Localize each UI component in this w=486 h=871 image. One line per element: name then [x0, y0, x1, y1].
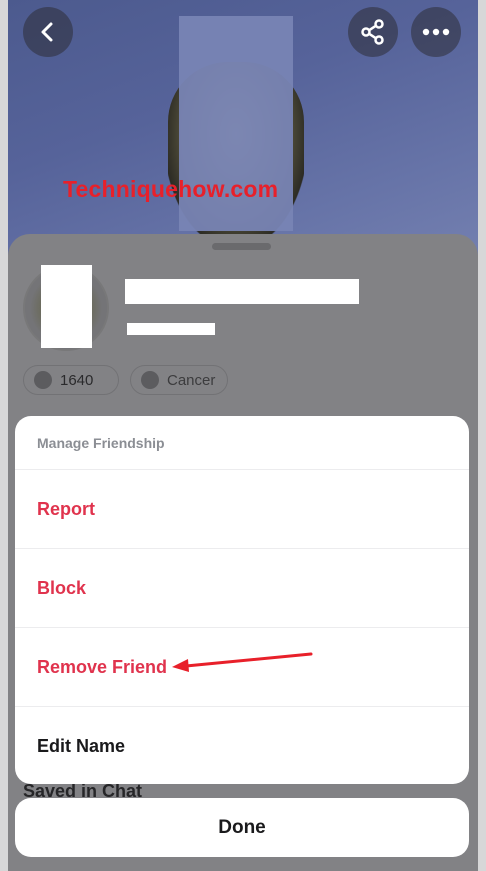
block-option[interactable]: Block	[15, 549, 469, 628]
report-option[interactable]: Report	[15, 470, 469, 549]
frame-edge	[0, 0, 8, 871]
snap-score: 1640	[60, 371, 94, 389]
manage-friendship-sheet: Manage Friendship Report Block Remove Fr…	[15, 416, 469, 784]
redaction-block	[125, 279, 359, 304]
zodiac-chip[interactable]: Cancer	[130, 365, 228, 395]
zodiac-label: Cancer	[167, 371, 216, 389]
annotation-arrow-icon	[172, 652, 313, 672]
more-options-button[interactable]	[411, 7, 461, 57]
cancer-zodiac-icon	[141, 371, 159, 389]
frame-edge	[478, 0, 486, 871]
ghost-icon	[34, 371, 52, 389]
redaction-block	[41, 265, 92, 348]
snap-score-chip[interactable]: 1640	[23, 365, 119, 395]
back-button[interactable]	[23, 7, 73, 57]
more-horizontal-icon	[422, 28, 450, 36]
chevron-left-icon	[41, 22, 53, 42]
done-button[interactable]: Done	[15, 798, 469, 857]
sheet-grabber[interactable]	[212, 243, 271, 250]
edit-name-option[interactable]: Edit Name	[15, 707, 469, 784]
sheet-title: Manage Friendship	[15, 416, 469, 470]
redaction-block	[127, 323, 215, 335]
share-button[interactable]	[348, 7, 398, 57]
watermark-text: Techniquehow.com	[63, 176, 279, 202]
share-icon	[361, 19, 384, 45]
